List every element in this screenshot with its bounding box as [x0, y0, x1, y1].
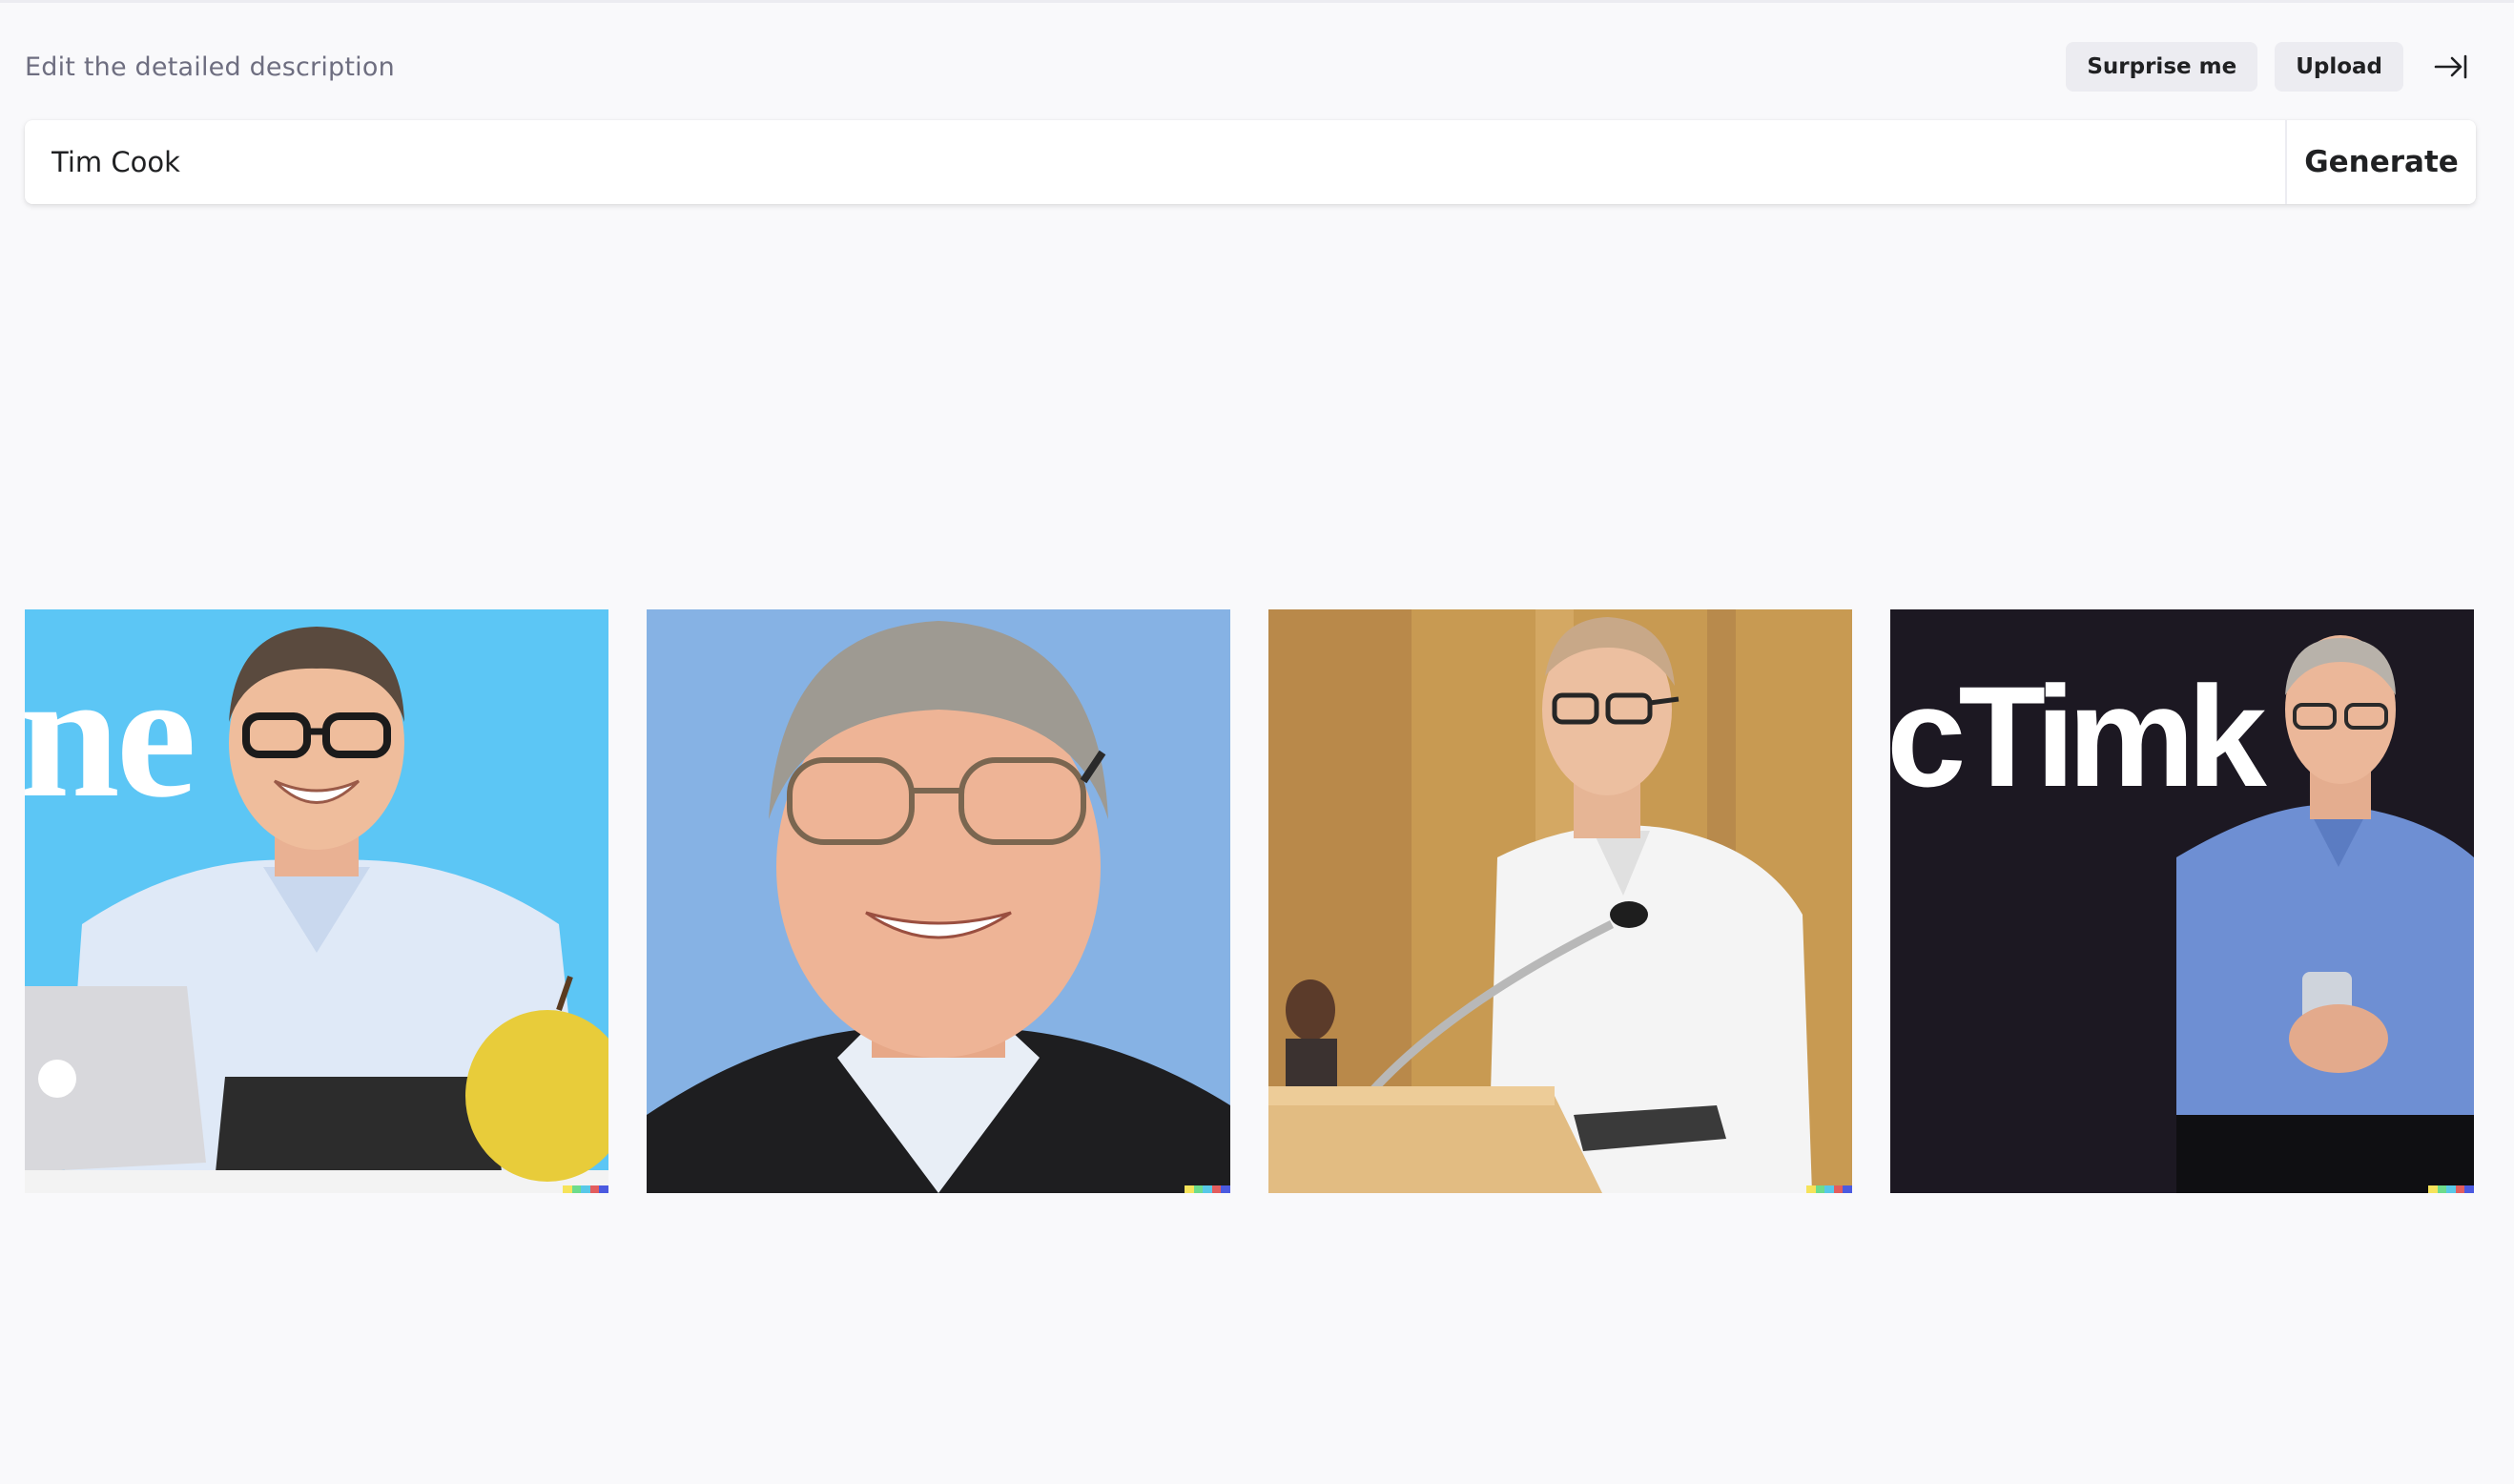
generated-image-1-art: ne Ip — [25, 609, 608, 1193]
generate-button[interactable]: Generate — [2285, 120, 2476, 204]
generated-image-4[interactable]: cTimk — [1890, 609, 2474, 1193]
prompt-input[interactable] — [25, 120, 2285, 204]
generated-image-1[interactable]: ne Ip — [25, 609, 608, 1193]
collapse-button[interactable] — [2426, 42, 2476, 92]
prompt-bar: Generate — [25, 120, 2476, 204]
generated-image-4-art: cTimk — [1890, 609, 2474, 1193]
image-4-signature — [2428, 1185, 2474, 1193]
image-4-overlay-text: cTimk — [1890, 656, 2267, 816]
generated-image-3-art — [1268, 609, 1852, 1193]
surprise-me-button[interactable]: Surprise me — [2066, 42, 2258, 92]
generated-image-2[interactable] — [647, 609, 1230, 1193]
image-1-signature — [563, 1185, 608, 1193]
image-2-signature — [1185, 1185, 1230, 1193]
header-actions: Surprise me Upload — [2066, 42, 2476, 92]
upload-button[interactable]: Upload — [2275, 42, 2403, 92]
arrow-right-to-bar-icon — [2434, 54, 2467, 79]
header-bar: Edit the detailed description Surprise m… — [25, 42, 2476, 92]
generated-image-3[interactable] — [1268, 609, 1852, 1193]
top-divider — [0, 0, 2514, 3]
generated-image-2-art — [647, 609, 1230, 1193]
image-3-signature — [1806, 1185, 1852, 1193]
image-grid: ne Ip cTimk — [25, 609, 2476, 1193]
edit-hint: Edit the detailed description — [25, 52, 395, 82]
